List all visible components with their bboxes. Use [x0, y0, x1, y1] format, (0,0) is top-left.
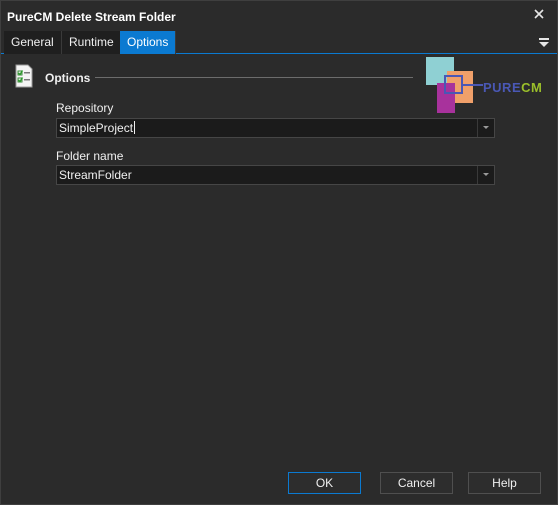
tab-menu-icon[interactable]	[538, 36, 550, 48]
cancel-button[interactable]: Cancel	[380, 472, 453, 494]
help-button[interactable]: Help	[468, 472, 541, 494]
chevron-down-icon[interactable]	[477, 166, 494, 184]
purecm-logo-text: PURECM	[483, 80, 542, 95]
logo-text-pure: PURE	[483, 80, 522, 95]
dialog-window: PureCM Delete Stream Folder General Runt…	[0, 0, 558, 505]
text-caret	[134, 121, 136, 134]
tab-runtime[interactable]: Runtime	[62, 31, 122, 54]
section-divider	[95, 77, 413, 78]
tab-bar: General Runtime Options	[1, 31, 557, 54]
repository-combobox[interactable]: SimpleProject	[56, 118, 495, 138]
title-bar: PureCM Delete Stream Folder	[1, 1, 557, 31]
repository-value-text: SimpleProject	[59, 121, 134, 135]
folder-name-combobox[interactable]: StreamFolder	[56, 165, 495, 185]
repository-label: Repository	[56, 101, 114, 115]
repository-value[interactable]: SimpleProject	[59, 121, 136, 135]
ok-button[interactable]: OK	[288, 472, 361, 494]
window-title: PureCM Delete Stream Folder	[7, 10, 176, 24]
tab-label: General	[11, 35, 54, 49]
logo-text-cm: CM	[521, 80, 543, 95]
section-title: Options	[45, 71, 91, 85]
tab-options[interactable]: Options	[120, 31, 177, 54]
folder-name-label: Folder name	[56, 149, 124, 163]
tab-general[interactable]: General	[4, 31, 62, 54]
chevron-down-icon[interactable]	[477, 119, 494, 137]
checklist-icon	[15, 64, 33, 88]
options-panel: Options PURECM Repository SimpleProject …	[1, 55, 557, 460]
close-icon[interactable]	[531, 6, 547, 22]
tab-label: Runtime	[69, 35, 114, 49]
folder-name-value[interactable]: StreamFolder	[59, 168, 132, 182]
tab-label: Options	[127, 35, 169, 49]
